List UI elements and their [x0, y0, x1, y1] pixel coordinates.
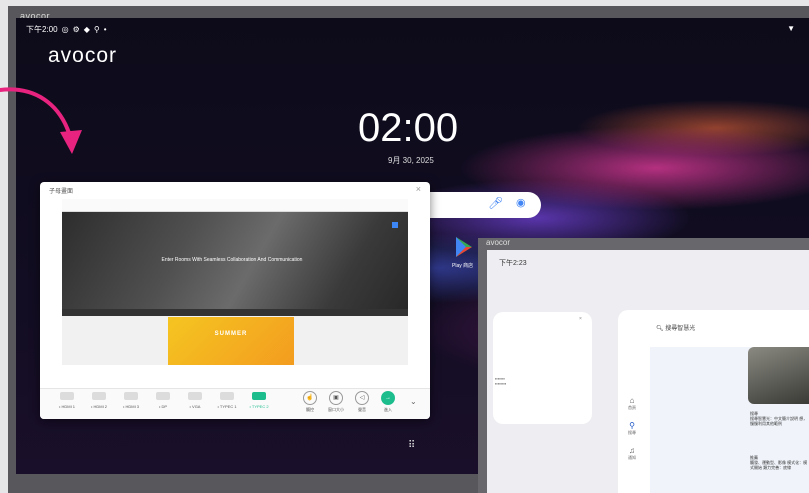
touch-icon: ☝	[303, 391, 317, 405]
alarm-icon: ◎	[61, 25, 69, 34]
avocor-logo: avocor	[48, 44, 118, 67]
list-item-desc: 搜尋智慧光：中文簡介說明 想，慢慢利用其他範例	[750, 416, 808, 426]
status-time: 下午2:00	[26, 25, 58, 34]
resize-icon: ▣	[329, 391, 343, 405]
result-thumbnail[interactable]	[748, 347, 809, 404]
web-hero-image: Enter Rooms With Seamless Collaboration …	[62, 212, 408, 309]
hdmi-icon	[92, 392, 106, 400]
status-bar: 下午2:00 ◎ ⚙ ◆ ⚲ •	[26, 24, 107, 35]
web-header	[62, 199, 408, 212]
web-footer	[62, 365, 408, 388]
hdmi-icon	[124, 392, 138, 400]
resize-button[interactable]: ▣ 窗口大小	[324, 391, 348, 413]
web-hero-text: Enter Rooms With Seamless Collaboration …	[161, 257, 303, 263]
nav-search[interactable]: ⚲ 搜尋	[624, 421, 640, 436]
gear-icon: ⚙	[72, 25, 80, 34]
enter-icon: →	[381, 391, 395, 405]
typec-icon	[220, 392, 234, 400]
play-store-icon[interactable]	[454, 236, 474, 258]
home-clock: 02:00	[358, 106, 459, 150]
search-input[interactable]: 🔍︎ 搜尋智慧光	[656, 323, 695, 332]
apps-grid-icon[interactable]: ⠿	[408, 440, 415, 451]
touch-button[interactable]: ☝ 觸控	[298, 391, 322, 413]
search-app-panel: 🔍︎ 搜尋智慧光 ⌂ 首頁 ⚲ 搜尋 ♫ 通知 搜尋 搜尋智慧光：中文簡介說明 想，慢…	[618, 310, 809, 493]
typec-icon	[252, 392, 266, 400]
list-item[interactable]: 推薦 觸發、運動型、影像 模式化：模式開始 類力完善：底線	[750, 455, 808, 470]
side-card-content: ▪▪▪▪▪▪▪ ▪▪▪▪▪▪▪▪	[495, 376, 507, 386]
close-icon[interactable]: ×	[579, 316, 582, 322]
bell-icon: ♫	[629, 446, 635, 455]
hdmi-icon	[60, 392, 74, 400]
web-nav-bar	[62, 309, 408, 316]
search-placeholder: 搜尋智慧光	[665, 326, 696, 332]
pointer-arrow-icon	[0, 87, 82, 154]
source-hdmi3[interactable]: • HDMI 3	[116, 392, 146, 409]
nav-home[interactable]: ⌂ 首頁	[624, 396, 640, 411]
wifi-icon: ▼	[787, 24, 795, 33]
pip-window[interactable]: 子母畫面 × Enter Rooms With Seamless Collabo…	[40, 182, 430, 419]
second-display-screen: 下午2:23 × ▪▪▪▪▪▪▪ ▪▪▪▪▪▪▪▪ 🔍︎ 搜尋智慧光 ⌂ 首頁 ⚲ 搜…	[487, 250, 809, 493]
volume-icon: ◁	[355, 391, 369, 405]
chevron-down-icon[interactable]: ⌄	[410, 397, 417, 406]
source-hdmi1[interactable]: • HDMI 1	[52, 392, 82, 409]
mirrored-web-page: Enter Rooms With Seamless Collaboration …	[62, 199, 408, 388]
home-date: 9月 30, 2025	[388, 156, 434, 165]
source-bar: • HDMI 1 • HDMI 2 • HDMI 3 • DP • VGA • …	[40, 388, 430, 419]
pip-window-title: 子母畫面	[49, 189, 74, 195]
result-list: 搜尋 搜尋智慧光：中文簡介說明 想，慢慢利用其他範例 推薦 觸發、運動型、影像 …	[650, 347, 809, 493]
list-item[interactable]: 搜尋 搜尋智慧光：中文簡介說明 想，慢慢利用其他範例	[750, 411, 808, 426]
source-dp[interactable]: • DP	[148, 392, 178, 409]
dp-icon	[156, 392, 170, 400]
second-status-time: 下午2:23	[499, 260, 527, 267]
web-hero-badge	[392, 222, 398, 228]
nav-notifications[interactable]: ♫ 通知	[624, 446, 640, 461]
summer-banner: SUMMER	[168, 317, 294, 365]
enter-button[interactable]: → 進入	[376, 391, 400, 413]
volume-button[interactable]: ◁ 聲音	[350, 391, 374, 413]
side-nav: ⌂ 首頁 ⚲ 搜尋 ♫ 通知	[624, 396, 640, 471]
vga-icon	[188, 392, 202, 400]
second-display-brand: avocor	[486, 238, 511, 247]
play-store-label: Play 商店	[452, 263, 474, 269]
home-icon: ⌂	[629, 396, 635, 405]
search-icon: ⚲	[629, 421, 635, 430]
lens-icon[interactable]: ◉	[516, 196, 526, 209]
search-icon: 🔍︎	[656, 326, 664, 332]
dot-icon: •	[103, 25, 107, 34]
shield-icon: ◆	[83, 25, 90, 34]
usb-icon: ⚲	[93, 25, 100, 34]
source-typec1[interactable]: • TYPEC 1	[212, 392, 242, 409]
mic-icon[interactable]: 🎤︎	[488, 196, 503, 210]
source-vga[interactable]: • VGA	[180, 392, 210, 409]
close-icon[interactable]: ×	[416, 184, 421, 194]
source-typec2[interactable]: • TYPEC 2	[244, 392, 274, 409]
side-card[interactable]: × ▪▪▪▪▪▪▪ ▪▪▪▪▪▪▪▪	[493, 312, 592, 424]
source-hdmi2[interactable]: • HDMI 2	[84, 392, 114, 409]
summer-banner-text: SUMMER	[214, 331, 248, 337]
list-item-desc: 觸發、運動型、影像 模式化：模式開始 類力完善：底線	[750, 460, 808, 470]
